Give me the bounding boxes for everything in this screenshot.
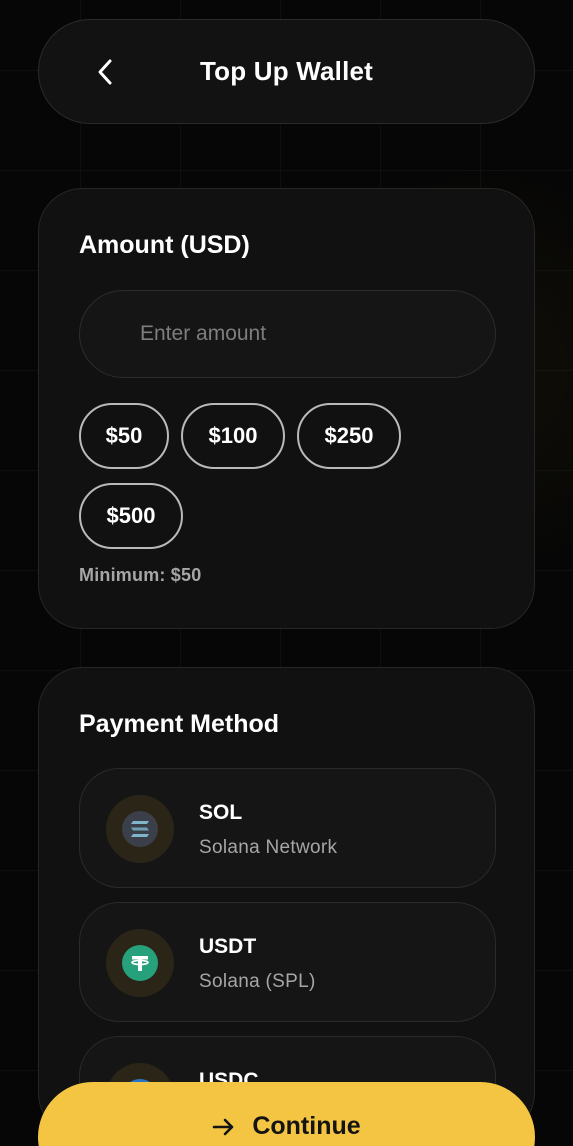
payment-option-usdt[interactable]: USDT Solana (SPL) [79, 902, 496, 1022]
method-network: Solana (SPL) [199, 971, 316, 992]
amount-input[interactable] [79, 290, 496, 378]
header-bar: Top Up Wallet [38, 19, 535, 124]
continue-button[interactable]: Continue [38, 1082, 535, 1146]
payment-option-sol[interactable]: SOL Solana Network [79, 768, 496, 888]
method-network: Solana Network [199, 837, 338, 858]
continue-label: Continue [252, 1112, 361, 1140]
method-name: USDT [199, 935, 257, 958]
preset-250-button[interactable]: $250 [297, 403, 401, 469]
preset-50-button[interactable]: $50 [79, 403, 169, 469]
page-title: Top Up Wallet [199, 56, 374, 86]
minimum-hint: Minimum: $50 [79, 565, 202, 585]
amount-card-title: Amount (USD) [79, 231, 250, 259]
payment-card-title: Payment Method [79, 710, 280, 738]
preset-100-button[interactable]: $100 [181, 403, 285, 469]
back-button[interactable] [89, 56, 121, 88]
coin-halo [106, 795, 174, 863]
method-name: SOL [199, 801, 243, 824]
arrow-right-icon [213, 1118, 234, 1135]
chevron-left-icon [98, 59, 112, 84]
top-up-wallet-screen: Top Up Wallet Amount (USD) $50 $100 $250… [0, 0, 573, 1146]
amount-card: Amount (USD) $50 $100 $250 $500 Minimum:… [38, 188, 535, 629]
continue-content: Continue [212, 1112, 361, 1141]
coin-halo [106, 929, 174, 997]
solana-icon [122, 811, 158, 847]
preset-500-button[interactable]: $500 [79, 483, 183, 549]
payment-method-card: Payment Method SOL Solana Network USDT S… [38, 667, 535, 1146]
tether-icon [122, 945, 158, 981]
